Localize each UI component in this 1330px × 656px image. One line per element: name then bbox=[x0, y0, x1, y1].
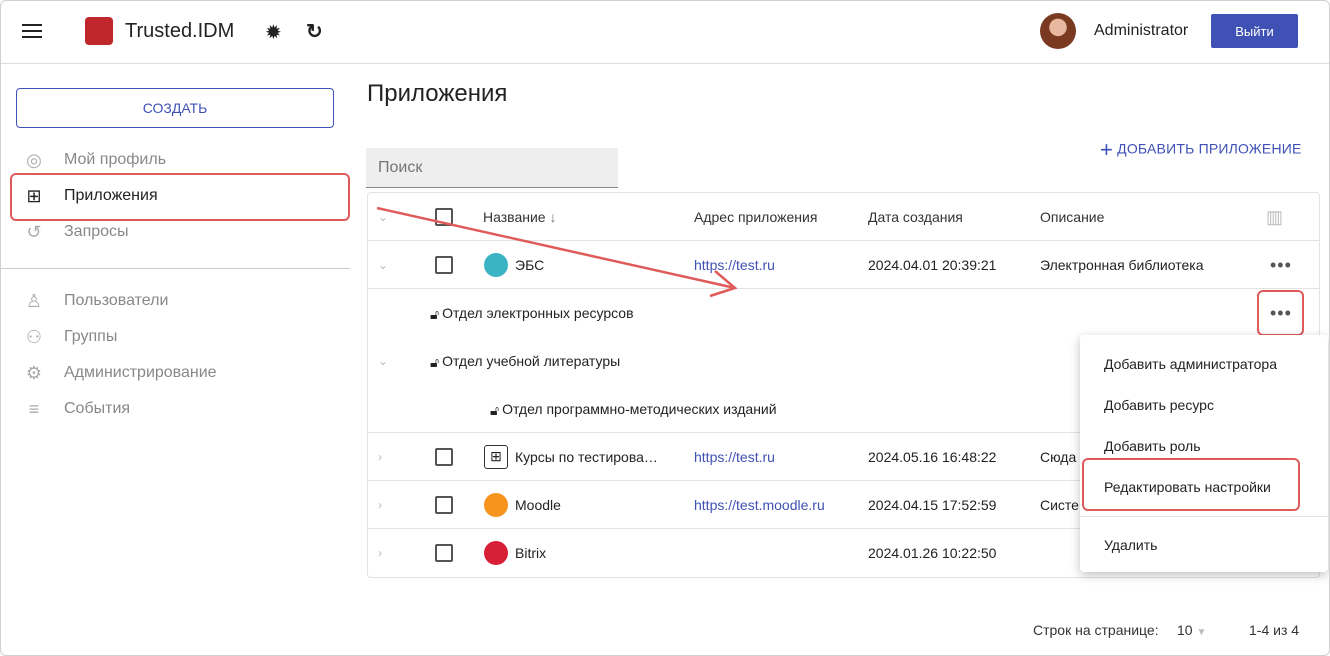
annotation-arrow bbox=[376, 206, 738, 298]
